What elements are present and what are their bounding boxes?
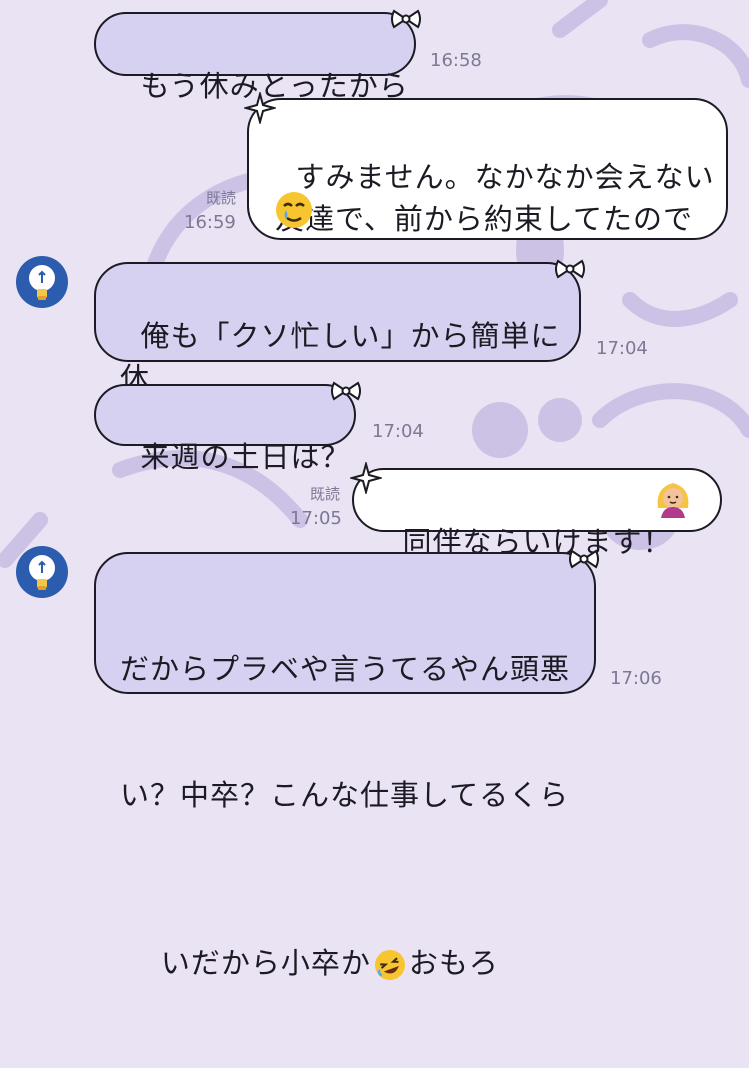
ribbon-decoration-icon [569, 549, 599, 569]
message-text-segment: いだから小卒か [160, 946, 371, 980]
message-timestamp: 16:58 [430, 50, 482, 71]
message-bubble-incoming[interactable]: 俺も「クソ忙しい」から簡単に休 めないんだわ [94, 262, 581, 437]
message-bubble-outgoing[interactable]: すみません。なかなか会えない 友達で、前から約束してたので [247, 98, 728, 240]
message-text: すみません。なかなか会えない 友達で、前から約束してたので [275, 160, 715, 236]
lightbulb-icon [29, 265, 55, 300]
message-text-segment: おもろ [408, 946, 499, 980]
message-bubble-incoming[interactable]: もう休みとったから [94, 12, 416, 103]
message-bubble-incoming[interactable]: 来週の土日は？ [94, 384, 356, 474]
message-timestamp: 17:04 [372, 421, 424, 442]
sparkle-decoration-icon [350, 462, 382, 494]
contact-avatar[interactable] [16, 546, 68, 598]
contact-avatar[interactable] [16, 256, 68, 308]
ribbon-decoration-icon [391, 9, 421, 29]
message-timestamp: 16:59 [184, 212, 236, 233]
lightbulb-icon [29, 555, 55, 590]
crying-smile-emoji-icon [276, 192, 312, 228]
message-bubble-incoming[interactable]: だからプラベや言うてるやん頭悪 い？中卒？こんな仕事してるくら いだから小卒か … [94, 552, 596, 980]
rofl-emoji-icon [374, 950, 405, 980]
sparkle-decoration-icon [244, 92, 276, 124]
message-text: 来週の土日は？ [140, 440, 351, 474]
read-receipt: 既読 [205, 189, 236, 207]
woman-gesturing-ok-emoji-icon [657, 483, 689, 518]
message-text-line: い？中卒？こんな仕事してるくら [120, 778, 570, 812]
read-receipt: 既読 [309, 485, 340, 503]
message-text-line: だからプラベや言うてるやん頭悪 [120, 652, 571, 686]
message-timestamp: 17:04 [596, 338, 648, 359]
message-timestamp: 17:05 [290, 508, 342, 529]
message-text-line: いだから小卒か おもろ [120, 900, 594, 1026]
ribbon-decoration-icon [555, 259, 585, 279]
message-timestamp: 17:06 [610, 668, 662, 689]
ribbon-decoration-icon [331, 381, 361, 401]
